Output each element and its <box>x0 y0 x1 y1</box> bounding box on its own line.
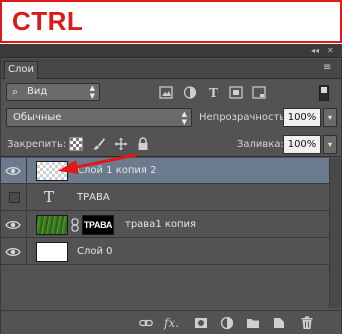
svg-text:T: T <box>209 86 218 99</box>
layer-mask-thumbnail[interactable]: ТРАВА <box>82 215 114 235</box>
row-divider <box>26 212 27 238</box>
blend-mode-value: Обычные <box>13 112 62 123</box>
fill-field[interactable]: 100% <box>283 135 321 154</box>
filter-toggle-switch[interactable] <box>319 85 329 101</box>
panel-bottom-toolbar: fx. <box>1 310 341 334</box>
layers-scrollbar[interactable] <box>329 158 341 308</box>
search-icon: ⌕ <box>12 85 19 98</box>
filter-row: ⌕ Вид ▲ ▼ T <box>1 79 341 105</box>
layer-thumbnail-grass[interactable] <box>36 215 68 235</box>
row-divider <box>26 185 27 211</box>
ctrl-banner: CTRL <box>0 0 342 43</box>
adjustment-filter-icon[interactable] <box>183 86 197 99</box>
type-layer-icon[interactable]: T <box>44 188 54 206</box>
fill-dropdown-button[interactable]: ▾ <box>323 135 337 154</box>
filter-kind-label: Вид <box>27 86 48 97</box>
mask-link-chain-icon[interactable] <box>70 218 80 232</box>
lock-image-pixels-brush-icon[interactable] <box>92 137 106 151</box>
visibility-eye-icon[interactable] <box>5 163 21 179</box>
panel-menu-icon[interactable]: ≡ <box>323 62 331 73</box>
lock-label: Закрепить: <box>7 139 67 150</box>
lock-transparent-pixels-icon[interactable] <box>69 137 83 151</box>
lock-position-move-icon[interactable] <box>114 137 128 151</box>
visibility-eye-icon[interactable] <box>5 244 21 260</box>
opacity-label: Непрозрачность: <box>199 112 289 123</box>
layer-name[interactable]: Слой 1 копия 2 <box>77 165 156 176</box>
layer-row[interactable]: T ТРАВА <box>1 185 329 211</box>
smart-object-filter-icon[interactable] <box>252 86 266 99</box>
new-group-folder-icon[interactable] <box>246 316 260 330</box>
type-filter-icon[interactable]: T <box>206 86 220 99</box>
visibility-toggle-empty[interactable] <box>9 192 20 203</box>
link-layers-icon[interactable] <box>139 316 153 330</box>
ctrl-caption: CTRL <box>12 6 84 36</box>
filter-kind-select[interactable]: ⌕ Вид ▲ ▼ <box>6 83 100 101</box>
shape-filter-icon[interactable] <box>229 86 243 99</box>
tab-layers[interactable]: Слои <box>4 61 38 79</box>
close-panel-icon[interactable]: ✕ <box>327 45 334 57</box>
layer-name[interactable]: Слой 0 <box>77 246 113 257</box>
opacity-dropdown-button[interactable]: ▾ <box>323 108 337 127</box>
layer-row[interactable]: Слой 0 <box>1 239 329 265</box>
blend-mode-select[interactable]: Обычные ▲ ▼ <box>6 108 192 127</box>
lock-row: Закрепить: Заливка: 100% ▾ <box>1 131 341 157</box>
row-divider <box>26 239 27 265</box>
spinner-arrows-icon: ▲ ▼ <box>89 84 95 100</box>
layer-name[interactable]: трава1 копия <box>125 219 196 230</box>
row-divider <box>26 158 27 184</box>
layers-panel: ◂◂ ✕ Слои ≡ ⌕ Вид ▲ ▼ T Обычные ▲ ▼ Непр… <box>0 44 342 334</box>
new-layer-icon[interactable] <box>272 316 286 330</box>
layer-thumbnail-transparent[interactable] <box>36 161 68 181</box>
spinner-arrows-icon: ▲ ▼ <box>181 110 187 126</box>
panel-title-bar: ◂◂ ✕ <box>1 44 341 58</box>
layer-style-fx-button[interactable]: fx. <box>164 316 179 330</box>
layers-list: Слой 1 копия 2 T ТРАВА ТРАВА трава1 копи… <box>1 158 329 308</box>
pixel-filter-icon[interactable] <box>159 86 173 99</box>
delete-layer-trash-icon[interactable] <box>300 316 314 330</box>
collapse-panel-icon[interactable]: ◂◂ <box>311 45 319 57</box>
lock-all-padlock-icon[interactable] <box>136 137 150 151</box>
new-adjustment-layer-icon[interactable] <box>220 316 234 330</box>
blend-row: Обычные ▲ ▼ Непрозрачность: 100% ▾ <box>1 105 341 129</box>
layer-thumbnail-white[interactable] <box>36 242 68 262</box>
layer-row[interactable]: Слой 1 копия 2 <box>1 158 329 184</box>
add-mask-icon[interactable] <box>194 316 208 330</box>
panel-tab-row: Слои ≡ <box>1 59 341 79</box>
fill-label: Заливка: <box>237 139 284 150</box>
visibility-eye-icon[interactable] <box>5 217 21 233</box>
layer-row[interactable]: ТРАВА трава1 копия <box>1 212 329 238</box>
opacity-field[interactable]: 100% <box>283 108 321 127</box>
layer-name[interactable]: ТРАВА <box>77 192 110 203</box>
